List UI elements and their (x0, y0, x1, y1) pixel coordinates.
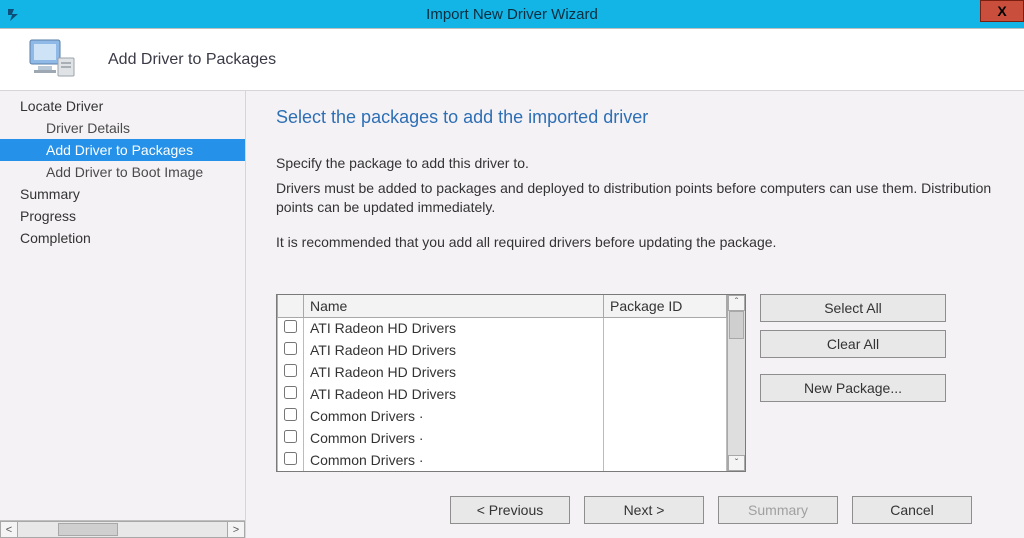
row-checkbox[interactable] (284, 430, 297, 443)
table-row[interactable]: ATI Radeon HD Drivers (278, 339, 727, 361)
row-checkbox[interactable] (284, 342, 297, 355)
nav-scroll-track[interactable] (18, 521, 227, 538)
row-name: Common Drivers · (304, 449, 604, 471)
summary-button[interactable]: Summary (718, 496, 838, 524)
banner: Add Driver to Packages (0, 29, 1024, 91)
clear-all-button[interactable]: Clear All (760, 330, 946, 358)
nav-item[interactable]: Completion (0, 227, 245, 249)
table-row[interactable]: Common Drivers · (278, 405, 727, 427)
select-all-button[interactable]: Select All (760, 294, 946, 322)
row-checkbox[interactable] (284, 408, 297, 421)
scroll-up-button[interactable]: ˆ (728, 295, 745, 311)
row-package-id (604, 317, 727, 339)
row-name: ATI Radeon HD Drivers (304, 383, 604, 405)
cancel-button[interactable]: Cancel (852, 496, 972, 524)
packages-table-wrap: Name Package ID ATI Radeon HD DriversATI… (276, 294, 746, 473)
banner-title: Add Driver to Packages (108, 51, 276, 69)
content-pane: Select the packages to add the imported … (246, 91, 1024, 538)
next-button[interactable]: Next > (584, 496, 704, 524)
nav-hscrollbar[interactable]: < > (0, 520, 245, 538)
row-checkbox[interactable] (284, 320, 297, 333)
row-checkbox[interactable] (284, 386, 297, 399)
footer-buttons: < Previous Next > Summary Cancel (276, 482, 998, 538)
nav-item[interactable]: Add Driver to Boot Image (0, 161, 245, 183)
scroll-down-button[interactable]: ˇ (728, 455, 745, 471)
table-row[interactable]: ATI Radeon HD Drivers (278, 383, 727, 405)
close-icon: X (997, 4, 1006, 18)
table-vscrollbar[interactable]: ˆ ˇ (727, 295, 745, 472)
nav-scroll-left[interactable]: < (0, 521, 18, 538)
table-scroll-thumb[interactable] (729, 311, 744, 339)
table-row[interactable]: ATI Radeon HD Drivers (278, 317, 727, 339)
instruction-1: Specify the package to add this driver t… (276, 154, 998, 173)
row-package-id (604, 383, 727, 405)
packages-table: Name Package ID ATI Radeon HD DriversATI… (277, 295, 727, 472)
row-name: ATI Radeon HD Drivers (304, 339, 604, 361)
row-package-id (604, 449, 727, 471)
column-checkbox[interactable] (278, 295, 304, 318)
titlebar: Import New Driver Wizard X (0, 0, 1024, 28)
table-row[interactable]: Common Drivers · (278, 427, 727, 449)
row-package-id (604, 361, 727, 383)
window-title: Import New Driver Wizard (0, 6, 1024, 23)
table-scroll-track[interactable] (728, 311, 745, 456)
row-name: Common Drivers · (304, 427, 604, 449)
nav-item[interactable]: Add Driver to Packages (0, 139, 245, 161)
nav-scroll-right[interactable]: > (227, 521, 245, 538)
nav-scroll-thumb[interactable] (58, 523, 118, 536)
wizard-body: Add Driver to Packages Locate DriverDriv… (0, 28, 1024, 538)
instruction-2: Drivers must be added to packages and de… (276, 179, 998, 217)
page-heading: Select the packages to add the imported … (276, 107, 998, 128)
computer-icon (28, 38, 76, 82)
nav-item[interactable]: Progress (0, 205, 245, 227)
nav-sidebar: Locate DriverDriver DetailsAdd Driver to… (0, 91, 246, 538)
nav-list: Locate DriverDriver DetailsAdd Driver to… (0, 91, 245, 520)
row-name: ATI Radeon HD Drivers (304, 317, 604, 339)
column-name[interactable]: Name (304, 295, 604, 318)
row-package-id (604, 427, 727, 449)
previous-button[interactable]: < Previous (450, 496, 570, 524)
table-row[interactable]: ATI Radeon HD Drivers (278, 361, 727, 383)
row-checkbox[interactable] (284, 364, 297, 377)
row-name: Common Drivers · (304, 405, 604, 427)
row-checkbox[interactable] (284, 452, 297, 465)
side-buttons: Select All Clear All New Package... (760, 294, 946, 402)
row-package-id (604, 405, 727, 427)
instruction-3: It is recommended that you add all requi… (276, 233, 998, 252)
close-button[interactable]: X (980, 0, 1024, 22)
table-row[interactable]: Common Drivers · (278, 449, 727, 471)
new-package-button[interactable]: New Package... (760, 374, 946, 402)
nav-item[interactable]: Locate Driver (0, 95, 245, 117)
nav-item[interactable]: Summary (0, 183, 245, 205)
nav-item[interactable]: Driver Details (0, 117, 245, 139)
row-name: ATI Radeon HD Drivers (304, 361, 604, 383)
row-package-id (604, 339, 727, 361)
column-package-id[interactable]: Package ID (604, 295, 727, 318)
